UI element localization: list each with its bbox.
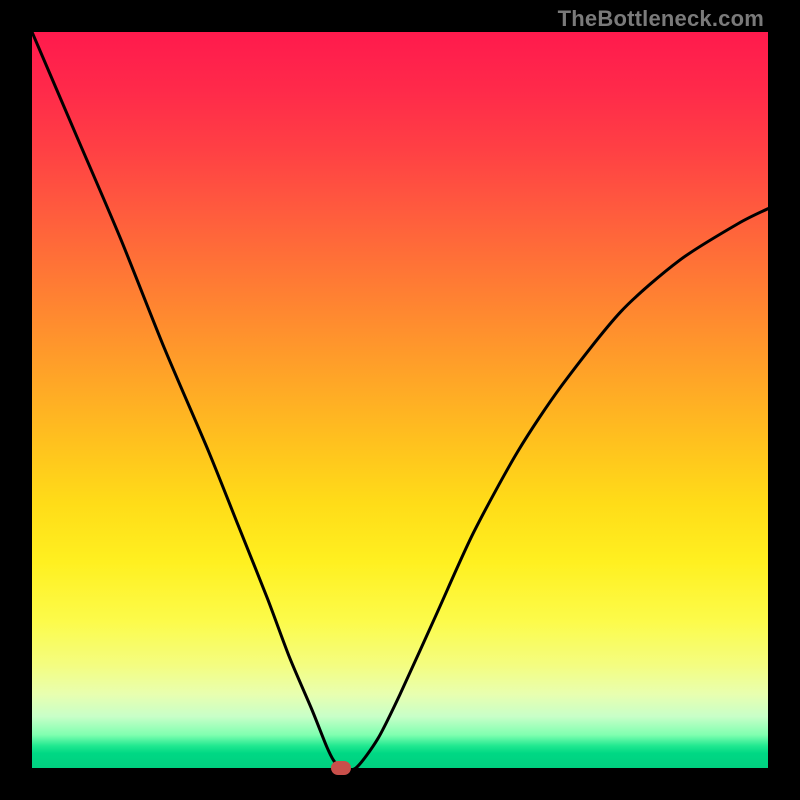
bottleneck-curve — [32, 32, 768, 768]
chart-frame: TheBottleneck.com — [0, 0, 800, 800]
plot-area — [32, 32, 768, 768]
watermark-text: TheBottleneck.com — [558, 6, 764, 32]
optimal-point-marker — [331, 761, 351, 775]
